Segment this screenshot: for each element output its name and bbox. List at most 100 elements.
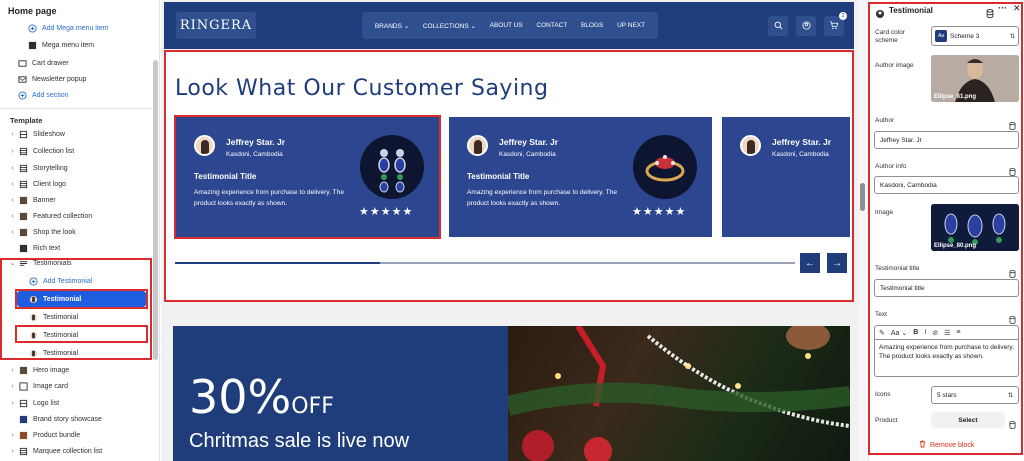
database-icon[interactable] — [1009, 163, 1016, 176]
icons-select[interactable]: 5 stars ⇅ — [931, 386, 1019, 404]
database-icon[interactable] — [1009, 265, 1016, 278]
sidebar-item-image-card[interactable]: › Image card — [0, 378, 152, 394]
remove-block-button[interactable]: Remove block — [919, 440, 974, 450]
main-nav: BRANDS ⌄ COLLECTIONS ⌄ ABOUT US CONTACT … — [362, 12, 658, 39]
list-icon — [19, 180, 28, 189]
bold-button[interactable]: B — [913, 329, 918, 336]
bullet-list-icon[interactable]: ☰ — [944, 329, 950, 337]
section-title: Look What Our Customer Saying — [175, 76, 549, 101]
chevron-right-icon[interactable]: › — [8, 148, 17, 155]
text-editor[interactable]: Amazing experience from purchase to deli… — [874, 339, 1019, 377]
italic-button[interactable]: I — [924, 329, 926, 336]
chevron-right-icon[interactable]: › — [8, 383, 17, 390]
scrollbar-thumb[interactable] — [860, 183, 865, 211]
testimonials-highlight — [0, 258, 152, 360]
cart-button[interactable]: 2 — [824, 12, 847, 36]
sidebar-item-rich-text[interactable]: Rich text — [0, 240, 152, 256]
sidebar-item-mega-menu-item[interactable]: Mega menu item — [0, 37, 152, 53]
sidebar-item-newsletter-popup[interactable]: Newsletter popup — [0, 71, 152, 87]
product-select-button[interactable]: Select — [931, 412, 1005, 428]
panel-title: Testimonial — [889, 6, 933, 15]
nav-item-brands[interactable]: BRANDS ⌄ — [375, 22, 409, 30]
sidebar-item-hero-image[interactable]: › Hero image — [0, 362, 152, 378]
preview-scrollbar[interactable] — [858, 0, 868, 461]
sale-subtitle: Chritmas sale is live now — [189, 430, 410, 452]
nav-item-about-us[interactable]: ABOUT US — [490, 22, 523, 29]
chevron-right-icon[interactable]: › — [8, 448, 17, 455]
database-icon[interactable] — [986, 5, 994, 23]
sidebar-item-storytelling[interactable]: › Storytelling — [0, 160, 152, 176]
image-icon — [19, 415, 28, 424]
rating-stars: ★★★★★ — [632, 206, 687, 218]
database-icon[interactable] — [1009, 311, 1016, 324]
image-picker[interactable]: Ellipse_80.png — [931, 204, 1019, 251]
slider-prev-button[interactable]: ← — [800, 253, 820, 273]
chevron-right-icon[interactable]: › — [8, 229, 17, 236]
testimonial-card[interactable]: Jeffrey Star. Jr Kasdoni, Cambodia Testi… — [449, 117, 712, 237]
color-scheme-label: Card color scheme — [875, 29, 925, 45]
text-icon — [19, 244, 28, 253]
magic-icon[interactable]: ✎ — [879, 329, 885, 337]
sidebar-item-cart-drawer[interactable]: Cart drawer — [0, 55, 152, 71]
database-icon[interactable] — [1009, 117, 1016, 130]
chevron-right-icon[interactable]: › — [8, 213, 17, 220]
sidebar-item-product-bundle[interactable]: › Product bundle — [0, 427, 152, 443]
text-style-dropdown[interactable]: Aa ⌄ — [891, 329, 907, 337]
add-mega-menu-item-button[interactable]: Add Mega menu item — [0, 20, 152, 36]
testimonials-section[interactable]: Look What Our Customer Saying Jeffrey St… — [164, 50, 854, 302]
testimonial-card[interactable]: Jeffrey Star. Jr Kasdoni, Cambodia — [722, 117, 850, 237]
numbered-list-icon[interactable]: ≡ — [956, 329, 960, 336]
chevron-right-icon[interactable]: › — [8, 367, 17, 374]
author-image-picker[interactable]: Ellipse_81.png — [931, 55, 1019, 102]
chevron-right-icon[interactable]: › — [8, 181, 17, 188]
theme-editor: Home page Add Mega menu item Mega menu i… — [0, 0, 1024, 461]
store-logo[interactable]: RINGERA — [176, 12, 256, 39]
nav-item-collections[interactable]: COLLECTIONS ⌄ — [423, 22, 476, 30]
sidebar-item-slideshow[interactable]: › Slideshow — [0, 126, 152, 142]
nav-item-blogs[interactable]: BLOGS — [581, 22, 603, 29]
slider-next-button[interactable]: → — [827, 253, 847, 273]
sidebar-scrollbar[interactable] — [153, 60, 158, 360]
sidebar-item-marquee-collection-list[interactable]: › Marquee collection list — [0, 443, 152, 459]
sidebar-item-featured-collection[interactable]: › Featured collection — [0, 208, 152, 224]
more-options-icon[interactable]: ··· — [998, 3, 1007, 13]
testimonial-title-label: Testimonial title — [875, 265, 920, 272]
select-value: Scheme 3 — [950, 32, 980, 40]
nav-item-contact[interactable]: CONTACT — [536, 22, 567, 29]
sidebar-item-collection-list[interactable]: › Collection list — [0, 143, 152, 159]
close-icon[interactable]: ✕ — [1013, 3, 1021, 14]
sidebar-item-shop-the-look[interactable]: › Shop the look — [0, 224, 152, 240]
link-icon[interactable]: ⊘ — [932, 329, 938, 337]
nav-item-up-next[interactable]: UP NEXT — [617, 22, 645, 29]
sidebar-item-label: Mega menu item — [42, 41, 95, 49]
sidebar-item-client-logo[interactable]: › Client logo — [0, 176, 152, 192]
chevron-right-icon[interactable]: › — [8, 165, 17, 172]
list-icon — [19, 447, 28, 456]
sidebar-item-brand-story-showcase[interactable]: Brand story showcase — [0, 411, 152, 427]
author-input[interactable]: Jeffrey Star. Jr — [874, 131, 1019, 149]
drawer-icon — [18, 59, 27, 68]
chevron-right-icon[interactable]: › — [8, 131, 17, 138]
testimonial-title-input[interactable]: Testimonial title — [874, 279, 1019, 297]
database-icon[interactable] — [1009, 416, 1016, 429]
chevron-right-icon[interactable]: › — [8, 197, 17, 204]
page-title: Home page — [8, 6, 57, 16]
sale-banner[interactable]: 30%OFF Chritmas sale is live now — [173, 326, 850, 461]
nav-label: COLLECTIONS — [422, 22, 469, 30]
user-icon — [801, 17, 811, 35]
sidebar-item-banner[interactable]: › Banner — [0, 192, 152, 208]
search-button[interactable] — [768, 16, 788, 36]
sections-sidebar: Home page Add Mega menu item Mega menu i… — [0, 0, 160, 461]
add-section-button[interactable]: Add section — [0, 87, 152, 103]
block-icon — [28, 41, 37, 50]
label-text: Card color scheme — [875, 29, 905, 44]
chevron-right-icon[interactable]: › — [8, 400, 17, 407]
color-scheme-select[interactable]: Aa Scheme 3 ⇅ — [931, 26, 1019, 46]
sidebar-item-label: Product bundle — [33, 431, 81, 439]
sidebar-item-label: Cart drawer — [32, 59, 69, 67]
author-info-input[interactable]: Kasdoni, Cambodia — [874, 176, 1019, 194]
sidebar-item-logo-list[interactable]: › Logo list — [0, 395, 152, 411]
chevron-right-icon[interactable]: › — [8, 432, 17, 439]
account-button[interactable] — [796, 16, 816, 36]
arrow-left-icon: ← — [805, 257, 815, 269]
